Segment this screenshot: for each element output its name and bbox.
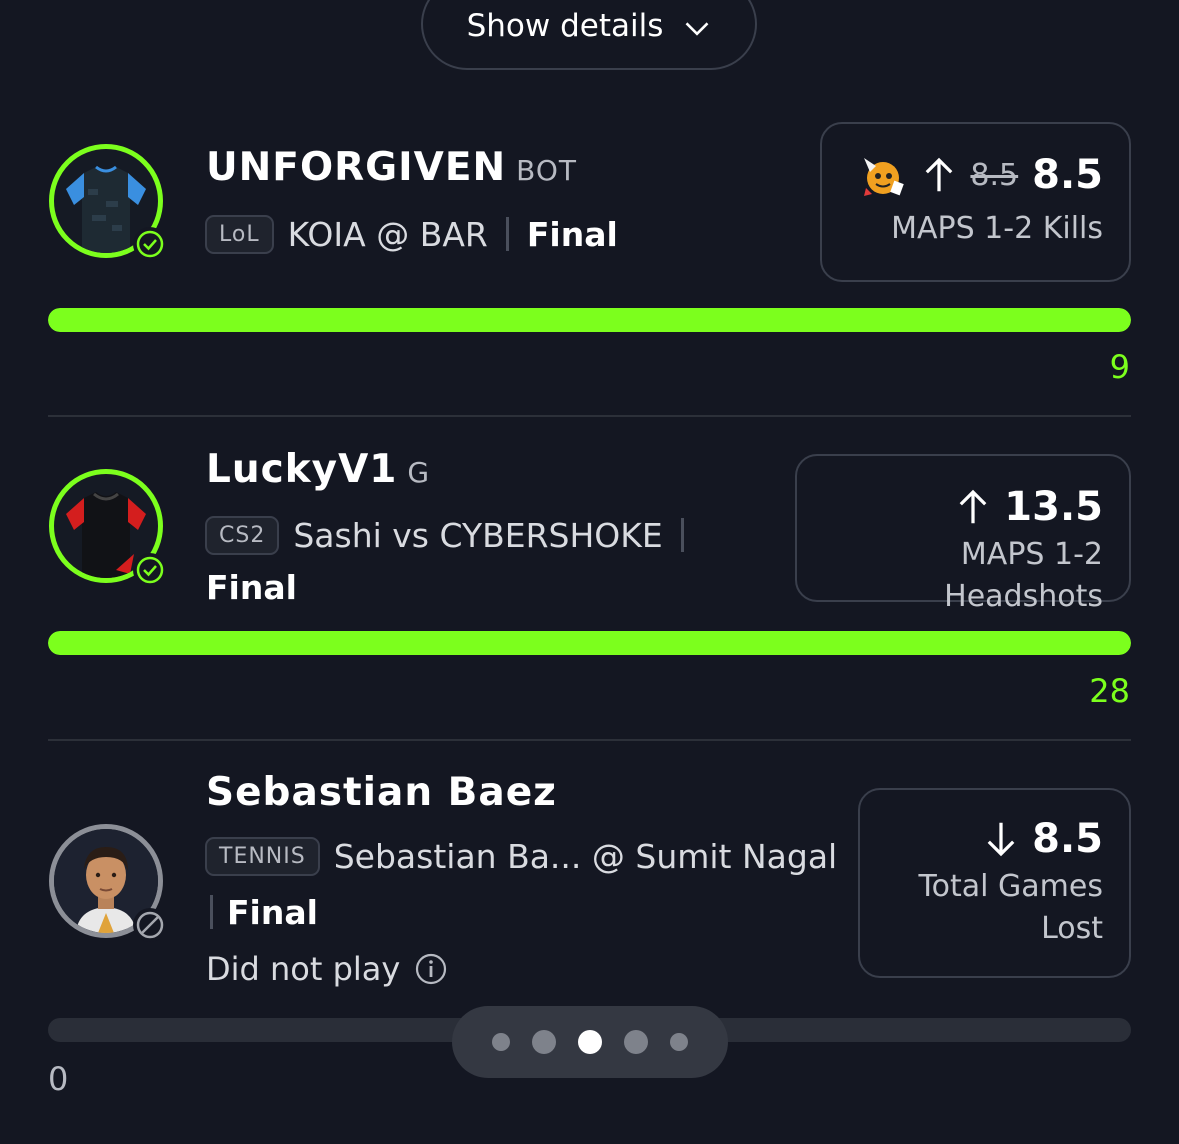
page-indicator[interactable]	[452, 1006, 728, 1078]
matchup: Sebastian Ba... @ Sumit Nagal	[333, 836, 838, 876]
stat-type-line1: Total Games	[918, 869, 1103, 904]
player-position: G	[407, 456, 431, 489]
projection-box: 8.5 8.5 MAPS 1-2 Kills	[820, 122, 1131, 282]
match-status-line: Final	[192, 890, 318, 934]
projection-box: 13.5 MAPS 1-2 Headshots	[795, 454, 1131, 614]
page-dot[interactable]	[624, 1030, 648, 1054]
progress-bar	[48, 308, 1131, 332]
matchup: Sashi vs CYBERSHOKE	[293, 515, 663, 555]
progress-bar	[48, 631, 1131, 655]
player-name: LuckyV1 G	[206, 447, 431, 492]
divider	[48, 739, 1131, 741]
progress-fill	[48, 308, 1131, 332]
check-circle-icon	[136, 230, 164, 258]
league-tag: CS2	[205, 515, 280, 555]
page-dot[interactable]	[532, 1030, 556, 1054]
result-value: 28	[1089, 672, 1130, 710]
page-dot-active[interactable]	[578, 1030, 602, 1054]
page-dot[interactable]	[670, 1033, 688, 1051]
chevron-down-icon	[685, 22, 709, 36]
league-tag: TENNIS	[205, 836, 320, 876]
did-not-play-label: Did not play	[206, 950, 401, 988]
matchup: KOIA @ BAR	[287, 214, 488, 254]
progress-fill	[48, 631, 1131, 655]
player-position: BOT	[516, 154, 577, 187]
prohibited-icon	[136, 911, 164, 939]
check-status-badge	[133, 227, 167, 261]
divider	[48, 415, 1131, 417]
stat-type: MAPS 1-2 Headshots	[944, 537, 1103, 614]
arrow-down-icon	[987, 822, 1015, 857]
arrow-up-icon	[926, 157, 953, 192]
stat-type: MAPS 1-2 Kills	[891, 211, 1103, 246]
game-status: Final	[227, 892, 318, 932]
info-icon[interactable]	[414, 952, 448, 986]
not-played-status-badge	[133, 908, 167, 942]
result-value: 9	[1109, 348, 1130, 386]
check-status-badge	[133, 553, 167, 587]
player-name: UNFORGIVEN BOT	[206, 145, 577, 190]
did-not-play-note: Did not play	[206, 950, 448, 988]
match-info: LoL KOIA @ BAR Final	[205, 212, 618, 256]
arrow-up-icon	[959, 489, 987, 524]
game-status: Final	[206, 568, 297, 607]
show-details-label: Show details	[466, 8, 664, 44]
divider-bar	[680, 518, 684, 552]
page-dot[interactable]	[492, 1033, 510, 1051]
result-value: 0	[48, 1060, 69, 1098]
mascot-promo-icon	[864, 158, 905, 196]
previous-line: 8.5	[970, 157, 1019, 193]
divider-bar	[505, 217, 509, 251]
line-value: 8.5	[1032, 152, 1103, 198]
player-name: Sebastian Baez	[206, 770, 557, 815]
stat-type-line2: Lost	[1041, 911, 1103, 946]
show-details-button[interactable]: Show details	[421, 0, 757, 70]
match-info: CS2 Sashi vs CYBERSHOKE	[205, 513, 702, 557]
divider-bar	[210, 895, 213, 929]
projection-box: 8.5 Total Games Lost	[858, 788, 1131, 978]
game-status: Final	[526, 214, 618, 254]
match-info: TENNIS Sebastian Ba... @ Sumit Nagal	[205, 834, 837, 878]
line-value: 13.5	[1004, 484, 1103, 530]
check-circle-icon	[136, 556, 164, 584]
league-tag: LoL	[205, 214, 274, 254]
line-value: 8.5	[1032, 816, 1103, 862]
